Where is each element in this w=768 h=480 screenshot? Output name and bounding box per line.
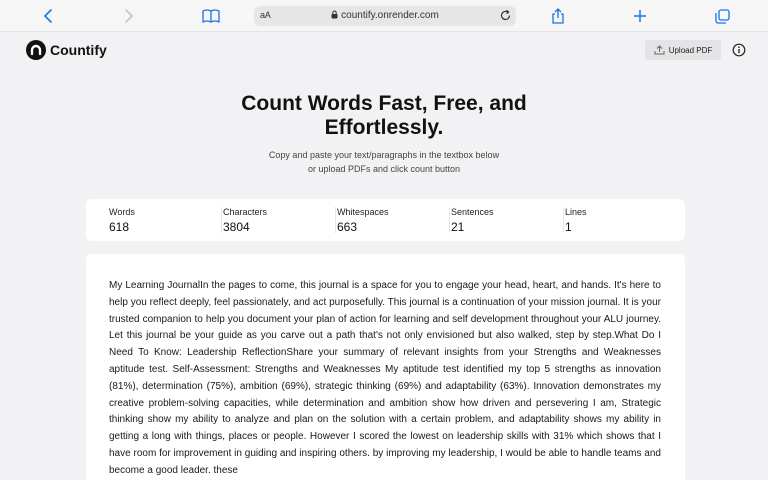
stat-whitespaces: Whitespaces 663 [335, 199, 451, 241]
stat-label: Words [109, 207, 135, 217]
divider [563, 207, 564, 233]
stat-characters: Characters 3804 [221, 199, 337, 241]
app-name: Countify [50, 42, 107, 58]
book-icon [202, 9, 220, 23]
forward-button[interactable] [118, 6, 140, 26]
stat-label: Characters [223, 207, 268, 217]
page-title: Count Words Fast, Free, and Effortlessly… [241, 92, 527, 139]
back-button[interactable] [37, 6, 59, 26]
stat-value: 3804 [223, 220, 250, 234]
chevron-right-icon [125, 9, 134, 23]
stat-value: 1 [565, 220, 572, 234]
stat-value: 618 [109, 220, 130, 234]
stats-card: Words 618 Characters 3804 Whitespaces 66… [86, 199, 685, 241]
share-button[interactable] [547, 6, 569, 26]
address-bar[interactable]: aA countify.onrender.com [254, 6, 516, 26]
tabs-overview-button[interactable] [711, 6, 733, 26]
tabs-icon [714, 8, 730, 24]
stat-words: Words 618 [109, 199, 223, 241]
new-tab-button[interactable] [629, 6, 651, 26]
plus-icon [634, 10, 646, 22]
lock-icon [331, 10, 338, 19]
countify-logo-icon [26, 40, 46, 60]
stat-lines: Lines 1 [563, 199, 679, 241]
chevron-left-icon [43, 9, 52, 23]
stat-label: Whitespaces [337, 207, 389, 217]
bookmarks-button[interactable] [200, 6, 222, 26]
divider [335, 207, 336, 233]
reload-icon[interactable] [499, 9, 512, 22]
text-input-area[interactable]: My Learning JournalIn the pages to come,… [86, 254, 685, 480]
share-icon [552, 8, 564, 24]
browser-toolbar: aA countify.onrender.com [0, 0, 768, 32]
stat-label: Lines [565, 207, 587, 217]
divider [221, 207, 222, 233]
url-text: countify.onrender.com [341, 10, 439, 21]
text-content[interactable]: My Learning JournalIn the pages to come,… [109, 278, 661, 480]
upload-pdf-label: Upload PDF [668, 45, 713, 55]
stat-sentences: Sentences 21 [449, 199, 565, 241]
upload-pdf-button[interactable]: Upload PDF [645, 40, 721, 60]
url-display: countify.onrender.com [254, 10, 516, 21]
stat-value: 663 [337, 220, 358, 234]
app-logo[interactable]: Countify [26, 40, 107, 60]
stat-value: 21 [451, 220, 465, 234]
page-subtitle: Copy and paste your text/paragraphs in t… [268, 150, 500, 174]
info-icon[interactable] [732, 43, 746, 57]
stat-label: Sentences [451, 207, 494, 217]
divider [449, 207, 450, 233]
upload-icon [654, 45, 665, 55]
